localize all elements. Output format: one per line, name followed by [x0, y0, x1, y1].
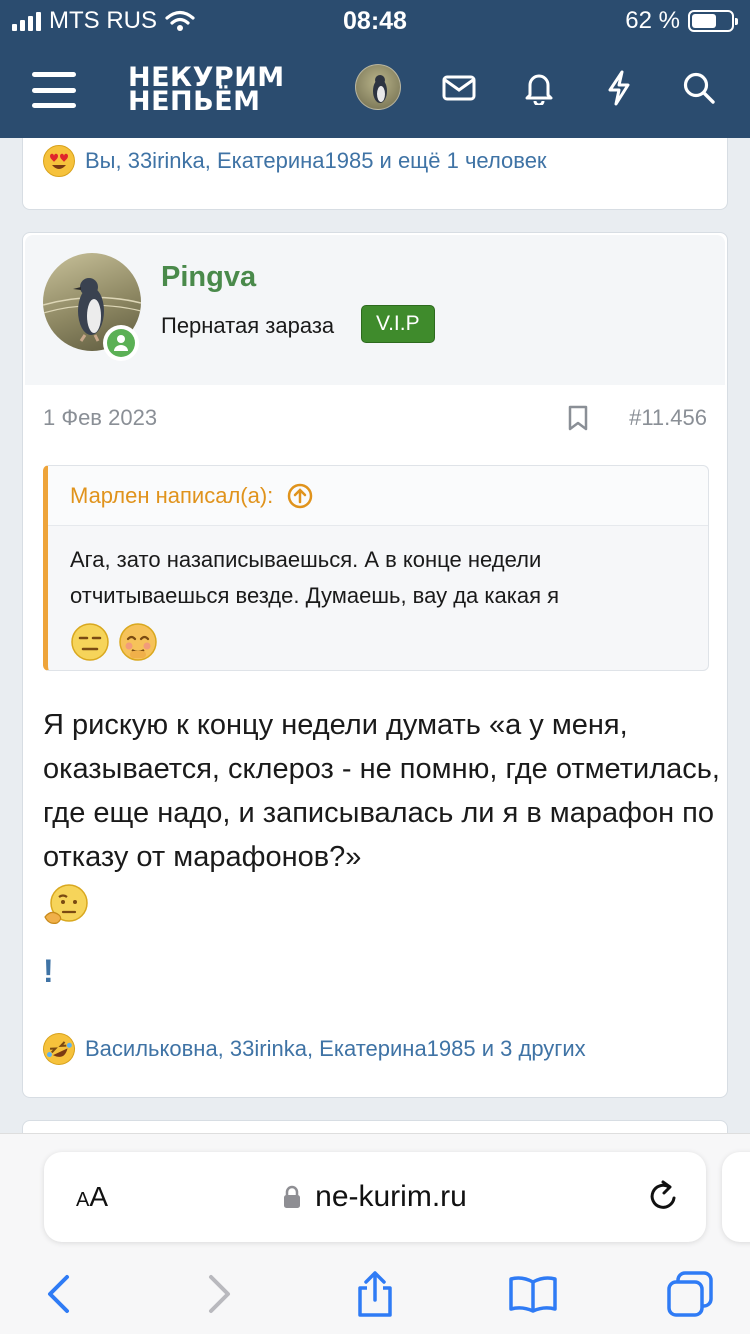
menu-icon[interactable] [32, 72, 76, 108]
post-user-header: Pingva Пернатая зараза V.I.P [25, 235, 725, 385]
quote-text: Ага, зато назаписываешься. А в конце нед… [48, 526, 708, 662]
vip-badge: V.I.P [361, 305, 435, 343]
lock-icon [284, 1185, 301, 1208]
rofl-emoji-icon [37, 1027, 81, 1071]
status-left: MTS RUS [12, 7, 195, 35]
wifi-icon [165, 10, 195, 31]
top-bar: MTS RUS 08:48 62 % НЕКУРИМ НЕПЬЁМ [0, 0, 750, 138]
penguin-icon [373, 75, 387, 103]
bolt-icon[interactable] [599, 68, 639, 108]
forward-icon[interactable] [190, 1268, 250, 1320]
url-text: ne-kurim.ru [315, 1180, 467, 1213]
site-logo[interactable]: НЕКУРИМ НЕПЬЁМ [128, 64, 285, 117]
carrier-label: MTS RUS [49, 7, 157, 34]
url-display[interactable]: ne-kurim.ru [283, 1180, 467, 1214]
next-tab-peek[interactable] [722, 1152, 750, 1242]
account-avatar[interactable] [355, 64, 401, 110]
blush-emoji-icon [119, 623, 157, 661]
arrow-up-circle-icon[interactable] [287, 483, 313, 509]
quote-text-content: Ага, зато назаписываешься. А в конце нед… [70, 547, 560, 608]
post-body-text: Я рискую к концу недели думать «а у меня… [43, 709, 720, 873]
battery-icon [688, 10, 738, 32]
quote-author[interactable]: Марлен написал(а): [70, 483, 273, 509]
post-body: Я рискую к концу недели думать «а у меня… [43, 703, 723, 940]
heart-eyes-emoji-icon [43, 145, 75, 177]
mail-icon[interactable] [439, 68, 479, 108]
status-right: 62 % [625, 7, 738, 35]
reader-settings-button[interactable]: AA [76, 1181, 108, 1213]
status-bar: MTS RUS 08:48 62 % [0, 0, 750, 42]
share-icon[interactable] [345, 1268, 405, 1320]
site-header: НЕКУРИМ НЕПЬЁМ [0, 42, 750, 138]
exclamation-mark: ! [43, 953, 54, 989]
thinking-emoji-icon [44, 884, 88, 924]
post-number[interactable]: #11.456 [629, 405, 707, 431]
signal-icon [12, 11, 41, 31]
bookmarks-icon[interactable] [503, 1268, 563, 1320]
battery-percent: 62 % [625, 7, 680, 34]
reactions-text[interactable]: Вы, 33irinka, Екатерина1985 и ещё 1 чело… [85, 148, 547, 174]
aa-label: A [89, 1181, 109, 1212]
address-bar[interactable]: AA ne-kurim.ru [44, 1152, 706, 1242]
reactions-text[interactable]: Васильковна, 33irinka, Екатерина1985 и 3… [85, 1036, 586, 1062]
quote-header[interactable]: Марлен написал(а): [48, 466, 708, 526]
browser-bottom-bar: AA ne-kurim.ru [0, 1133, 750, 1334]
expressionless-emoji-icon [71, 623, 109, 661]
reactions-bar[interactable]: Васильковна, 33irinka, Екатерина1985 и 3… [37, 1027, 586, 1071]
back-icon[interactable] [28, 1268, 88, 1320]
post-username[interactable]: Pingva [161, 261, 256, 294]
browser-toolbar [0, 1264, 750, 1324]
search-icon[interactable] [679, 68, 719, 108]
user-title: Пернатая зараза [161, 313, 335, 338]
post-card: Pingva Пернатая зараза V.I.P 1 Фев 2023 … [22, 232, 728, 1098]
reactions-bar[interactable]: Вы, 33irinka, Екатерина1985 и ещё 1 чело… [43, 145, 547, 177]
quote-emojis [70, 622, 686, 662]
quote-block: Марлен написал(а): Ага, зато назаписывае… [43, 465, 709, 671]
bell-icon[interactable] [519, 68, 559, 108]
logo-line-2: НЕПЬЁМ [128, 86, 261, 117]
bookmark-icon[interactable] [567, 405, 589, 436]
post-date[interactable]: 1 Фев 2023 [43, 405, 157, 431]
reload-icon[interactable] [646, 1178, 680, 1222]
online-status-icon [103, 325, 139, 361]
tabs-icon[interactable] [660, 1268, 720, 1320]
